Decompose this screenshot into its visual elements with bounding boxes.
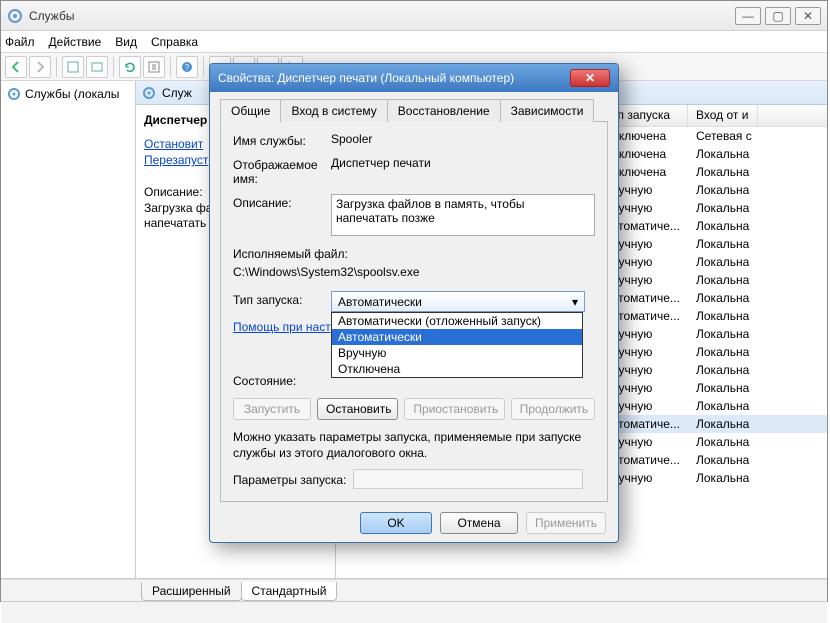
- window-title: Службы: [29, 9, 735, 23]
- gear-icon: [142, 86, 156, 100]
- cell-logon: Локальна: [688, 453, 758, 467]
- gear-icon: [7, 87, 21, 101]
- description-label: Описание:: [233, 194, 331, 210]
- cell-logon: Локальна: [688, 147, 758, 161]
- executable-label: Исполняемый файл:: [233, 247, 595, 261]
- cell-logon: Локальна: [688, 363, 758, 377]
- start-button[interactable]: Запустить: [233, 398, 311, 420]
- cell-logon: Локальна: [688, 435, 758, 449]
- resume-button[interactable]: Продолжить: [511, 398, 595, 420]
- startup-type-combobox[interactable]: Автоматически ▾ Автоматически (отложенны…: [331, 291, 585, 312]
- export-button[interactable]: [143, 56, 165, 78]
- cell-logon: Локальна: [688, 309, 758, 323]
- service-name-label: Имя службы:: [233, 132, 331, 148]
- chevron-down-icon: ▾: [572, 295, 578, 309]
- dialog-titlebar[interactable]: Свойства: Диспетчер печати (Локальный ко…: [210, 64, 618, 92]
- service-properties-dialog: Свойства: Диспетчер печати (Локальный ко…: [209, 63, 619, 543]
- services-main-window: Службы — ▢ ✕ Файл Действие Вид Справка ?: [0, 0, 828, 602]
- tab-dependencies[interactable]: Зависимости: [500, 99, 595, 122]
- startup-type-dropdown: Автоматически (отложенный запуск) Автома…: [331, 312, 583, 378]
- cell-logon: Локальна: [688, 219, 758, 233]
- help-button[interactable]: ?: [176, 56, 198, 78]
- toolbar-button-2[interactable]: [86, 56, 108, 78]
- cell-logon: Локальна: [688, 417, 758, 431]
- startup-help-link[interactable]: Помощь при настр: [233, 320, 337, 334]
- back-button[interactable]: [5, 56, 27, 78]
- cancel-button[interactable]: Отмена: [440, 512, 518, 534]
- startup-type-label: Тип запуска:: [233, 291, 331, 307]
- svg-text:?: ?: [185, 63, 190, 72]
- forward-button[interactable]: [29, 56, 51, 78]
- maximize-button[interactable]: ▢: [765, 7, 791, 25]
- executable-path: C:\Windows\System32\spoolsv.exe: [233, 265, 595, 279]
- tab-recovery[interactable]: Восстановление: [387, 99, 501, 122]
- close-button[interactable]: ✕: [795, 7, 821, 25]
- close-icon: ✕: [585, 71, 595, 85]
- pause-button[interactable]: Приостановить: [404, 398, 504, 420]
- menu-action[interactable]: Действие: [49, 35, 102, 49]
- option-auto-delayed[interactable]: Автоматически (отложенный запуск): [332, 313, 582, 329]
- tree-pane: Службы (локалы: [1, 81, 136, 578]
- service-name-value: Spooler: [331, 132, 595, 146]
- display-name-value: Диспетчер печати: [331, 156, 595, 170]
- description-textarea[interactable]: [331, 194, 595, 236]
- tab-logon[interactable]: Вход в систему: [280, 99, 387, 122]
- statusbar: [1, 601, 827, 623]
- cell-logon: Локальна: [688, 237, 758, 251]
- menu-help[interactable]: Справка: [151, 35, 198, 49]
- cell-logon: Локальна: [688, 273, 758, 287]
- cell-logon: Локальна: [688, 255, 758, 269]
- cell-logon: Локальна: [688, 183, 758, 197]
- startup-params-note: Можно указать параметры запуска, применя…: [233, 430, 595, 461]
- cell-logon: Локальна: [688, 345, 758, 359]
- display-name-label: Отображаемое имя:: [233, 156, 331, 186]
- cell-logon: Локальна: [688, 381, 758, 395]
- col-logon[interactable]: Вход от и: [688, 105, 758, 126]
- tree-item-label: Службы (локалы: [25, 87, 119, 101]
- params-input[interactable]: [353, 469, 583, 489]
- option-disabled[interactable]: Отключена: [332, 361, 582, 377]
- tab-extended[interactable]: Расширенный: [141, 582, 242, 601]
- cell-logon: Локальна: [688, 327, 758, 341]
- cell-logon: Сетевая с: [688, 129, 758, 143]
- toolbar-button-1[interactable]: [62, 56, 84, 78]
- option-manual[interactable]: Вручную: [332, 345, 582, 361]
- menubar: Файл Действие Вид Справка: [1, 31, 827, 53]
- apply-button[interactable]: Применить: [526, 512, 606, 534]
- cell-logon: Локальна: [688, 471, 758, 485]
- menu-file[interactable]: Файл: [5, 35, 35, 49]
- inner-header-title: Служ: [162, 86, 192, 100]
- desc-label: Описание:: [144, 185, 203, 199]
- startup-type-selected: Автоматически: [338, 295, 422, 309]
- tree-item-services[interactable]: Службы (локалы: [3, 85, 133, 103]
- ok-button[interactable]: OK: [360, 512, 432, 534]
- cell-logon: Локальна: [688, 201, 758, 215]
- tab-general[interactable]: Общие: [220, 99, 281, 122]
- cell-logon: Локальна: [688, 165, 758, 179]
- dialog-title: Свойства: Диспетчер печати (Локальный ко…: [218, 71, 570, 85]
- desc-text: Загрузка фа напечатать: [144, 201, 212, 231]
- titlebar[interactable]: Службы — ▢ ✕: [1, 1, 827, 31]
- minimize-button[interactable]: —: [735, 7, 761, 25]
- cell-logon: Локальна: [688, 291, 758, 305]
- cell-logon: Локальна: [688, 399, 758, 413]
- services-icon: [7, 8, 23, 24]
- params-label: Параметры запуска:: [233, 471, 353, 487]
- bottom-tabs: Расширенный Стандартный: [1, 579, 827, 601]
- state-label: Состояние:: [233, 372, 331, 388]
- option-auto[interactable]: Автоматически: [332, 329, 582, 345]
- refresh-button[interactable]: [119, 56, 141, 78]
- tab-standard[interactable]: Стандартный: [241, 582, 338, 601]
- dialog-close-button[interactable]: ✕: [570, 69, 610, 87]
- menu-view[interactable]: Вид: [115, 35, 137, 49]
- stop-button[interactable]: Остановить: [317, 398, 398, 420]
